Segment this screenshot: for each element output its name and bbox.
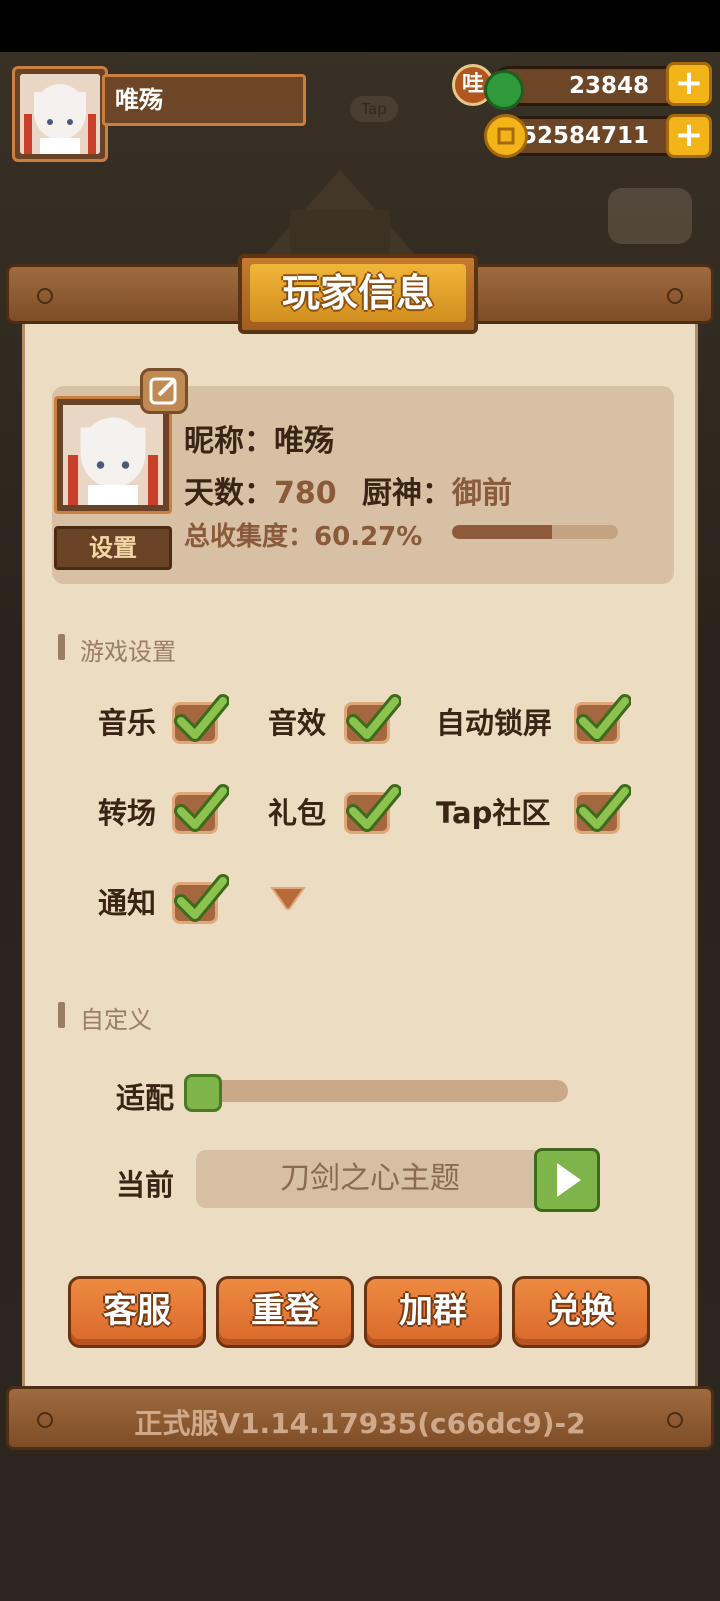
days-row: 天数：780 <box>184 468 337 512</box>
option-tap-community-label: Tap社区 <box>436 796 551 830</box>
status-bar <box>0 0 720 52</box>
edit-pencil-icon <box>149 377 177 405</box>
notify-checkbox[interactable] <box>172 874 229 924</box>
coin-count: 52584711 <box>520 123 649 149</box>
checkmark-icon <box>576 694 631 742</box>
days-label: 天数： <box>184 476 274 511</box>
nickname-row: 昵称：唯殇 <box>184 416 334 460</box>
add-jade-button[interactable]: + <box>666 62 712 106</box>
checkmark-icon <box>576 784 631 832</box>
play-icon <box>557 1163 581 1197</box>
transition-checkbox[interactable] <box>172 784 229 834</box>
current-label: 当前 <box>116 1168 175 1202</box>
option-transition-label: 转场 <box>98 796 157 830</box>
collection-row: 总收集度：60.27% <box>184 516 422 553</box>
fit-slider-thumb[interactable] <box>184 1074 222 1112</box>
collection-progress-bar <box>452 525 618 539</box>
tap-community-checkbox[interactable] <box>574 784 631 834</box>
option-notify-label: 通知 <box>98 886 157 920</box>
days-value: 780 <box>274 476 337 511</box>
option-autolock-label: 自动锁屏 <box>436 706 553 740</box>
theme-next-button[interactable] <box>534 1148 600 1212</box>
collection-value: 60.27% <box>314 522 423 552</box>
edit-profile-button[interactable] <box>140 368 188 414</box>
option-sfx-label: 音效 <box>268 706 327 740</box>
fit-slider-track[interactable] <box>190 1080 568 1102</box>
chef-label: 厨神： <box>362 476 452 511</box>
background-building <box>260 170 420 260</box>
sfx-checkbox[interactable] <box>344 694 401 744</box>
checkmark-icon <box>174 694 229 742</box>
redeem-button[interactable]: 兑换 <box>512 1276 650 1348</box>
chef-value: 御前 <box>452 476 512 511</box>
relogin-button[interactable]: 重登 <box>216 1276 354 1348</box>
custom-heading: 自定义 <box>58 1000 152 1035</box>
nickname-label: 昵称： <box>184 424 274 459</box>
jade-icon <box>484 70 524 110</box>
coin-icon <box>484 114 528 158</box>
join-group-button[interactable]: 加群 <box>364 1276 502 1348</box>
jade-count: 23848 <box>568 73 649 99</box>
game-settings-heading: 游戏设置 <box>58 632 176 667</box>
option-giftpack-label: 礼包 <box>268 796 327 830</box>
version-label: 正式服V1.14.17935(c66dc9)-2 <box>134 1407 586 1440</box>
panel-title-plate: 玩家信息 <box>238 254 478 334</box>
option-music-label: 音乐 <box>98 706 157 740</box>
chef-row: 厨神：御前 <box>362 468 512 512</box>
checkmark-icon <box>174 784 229 832</box>
avatar-character-icon <box>20 74 100 154</box>
nickname-value: 唯殇 <box>274 424 334 459</box>
profile-character-icon <box>63 405 163 505</box>
checkmark-icon <box>346 694 401 742</box>
music-checkbox[interactable] <box>172 694 229 744</box>
player-avatar[interactable] <box>12 66 108 162</box>
giftpack-checkbox[interactable] <box>344 784 401 834</box>
fit-label: 适配 <box>116 1081 175 1115</box>
player-name: 唯殇 <box>102 74 306 126</box>
tap-badge: Tap <box>350 96 398 122</box>
customer-service-button[interactable]: 客服 <box>68 1276 206 1348</box>
avatar-settings-button[interactable]: 设置 <box>54 526 172 570</box>
collection-label: 总收集度： <box>184 522 315 552</box>
panel-title: 玩家信息 <box>250 264 466 322</box>
add-coin-button[interactable]: + <box>666 114 712 158</box>
checkmark-icon <box>174 874 229 922</box>
current-theme-field: 刀剑之心主题 <box>196 1150 544 1208</box>
dropdown-arrow-icon[interactable] <box>270 884 306 912</box>
checkmark-icon <box>346 784 401 832</box>
collection-progress-fill <box>452 525 553 539</box>
chat-bubble-icon <box>608 188 692 244</box>
autolock-checkbox[interactable] <box>574 694 631 744</box>
